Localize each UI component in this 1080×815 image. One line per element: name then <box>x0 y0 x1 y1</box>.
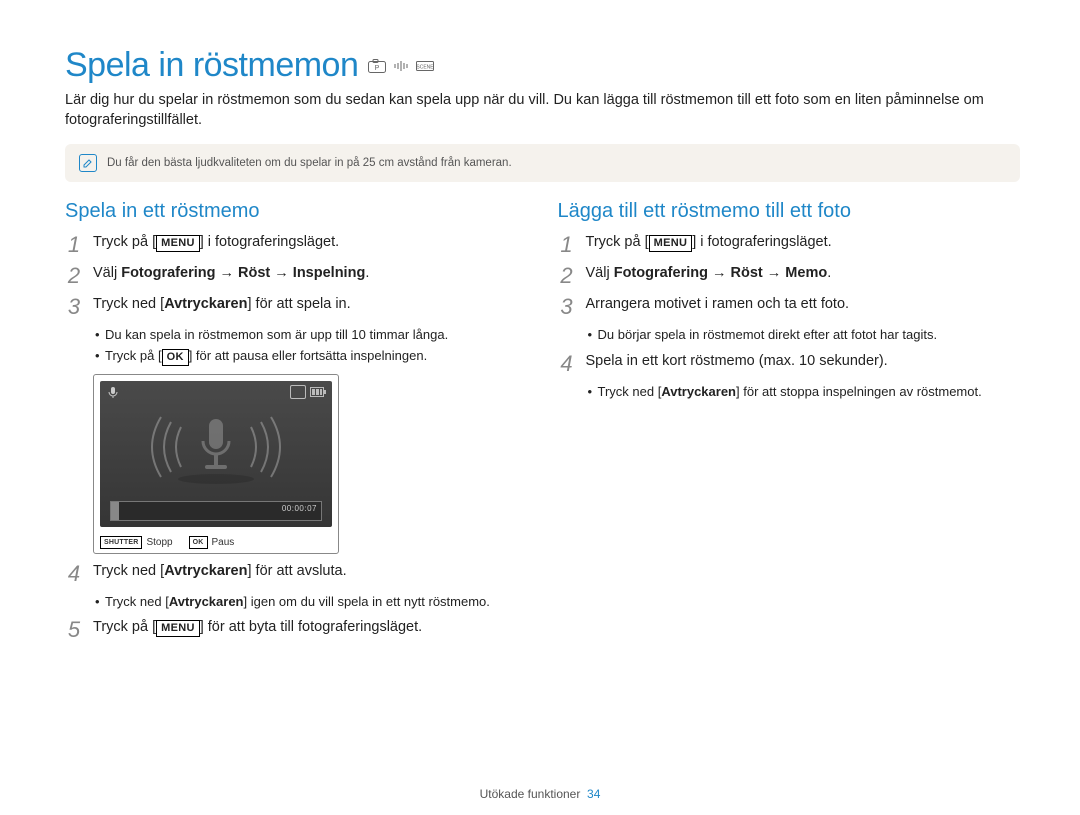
page-number: 34 <box>587 787 600 801</box>
card-icon <box>290 385 306 399</box>
recording-screen-illustration: 00:00:07 SHUTTER Stopp OK Paus <box>93 374 339 554</box>
step-number: 3 <box>65 295 83 318</box>
left-column: Spela in ett röstmemo 1 Tryck på [MENU] … <box>65 200 528 649</box>
battery-icon <box>310 387 326 397</box>
bullet: Du kan spela in röstmemon som är upp til… <box>95 326 528 344</box>
step-number: 2 <box>65 264 83 287</box>
step-number: 4 <box>65 562 83 585</box>
step-body: Arrangera motivet i ramen och ta ett fot… <box>586 295 1021 315</box>
stop-label: Stopp <box>146 537 172 548</box>
note-text: Du får den bästa ljudkvaliteten om du sp… <box>107 157 512 169</box>
ok-key-label: OK <box>189 536 208 549</box>
step-body: Tryck på [MENU] i fotograferingsläget. <box>93 233 528 253</box>
bullet: Tryck på [OK] för att pausa eller fortsä… <box>95 347 528 366</box>
screen-topbar <box>106 385 326 399</box>
mic-indicator-icon <box>106 385 120 399</box>
columns: Spela in ett röstmemo 1 Tryck på [MENU] … <box>65 200 1020 649</box>
mode-icons: P SCENE <box>368 59 434 73</box>
step-body: Tryck på [MENU] i fotograferingsläget. <box>586 233 1021 253</box>
left-step-4-bullets: Tryck ned [Avtryckaren] igen om du vill … <box>65 593 528 611</box>
right-column: Lägga till ett röstmemo till ett foto 1 … <box>558 200 1021 649</box>
svg-text:SCENE: SCENE <box>417 64 435 70</box>
mic-visual <box>100 407 332 487</box>
menu-key: MENU <box>156 620 200 637</box>
step-number: 2 <box>558 264 576 287</box>
left-step-1: 1 Tryck på [MENU] i fotograferingsläget. <box>65 233 528 256</box>
left-step-2: 2 Välj Fotografering → Röst → Inspelning… <box>65 264 528 287</box>
ok-key: OK <box>162 349 189 366</box>
manual-page: Spela in röstmemon P SCENE Lär dig hur d… <box>0 0 1080 815</box>
left-step-5: 5 Tryck på [MENU] för att byta till foto… <box>65 618 528 641</box>
left-step-3-bullets: Du kan spela in röstmemon som är upp til… <box>65 326 528 366</box>
left-step-3: 3 Tryck ned [Avtryckaren] för att spela … <box>65 295 528 318</box>
page-title: Spela in röstmemon <box>65 46 358 85</box>
right-step-3-bullets: Du börjar spela in röstmemot direkt efte… <box>558 326 1021 344</box>
pause-label: Paus <box>212 537 235 548</box>
right-step-3: 3 Arrangera motivet i ramen och ta ett f… <box>558 295 1021 318</box>
shutter-key-label: SHUTTER <box>100 536 142 549</box>
bullet: Tryck ned [Avtryckaren] för att stoppa i… <box>588 383 1021 401</box>
step-number: 4 <box>558 352 576 375</box>
right-step-4: 4 Spela in ett kort röstmemo (max. 10 se… <box>558 352 1021 375</box>
left-step-4: 4 Tryck ned [Avtryckaren] för att avslut… <box>65 562 528 585</box>
bullet: Tryck ned [Avtryckaren] igen om du vill … <box>95 593 528 611</box>
step-number: 1 <box>558 233 576 256</box>
step-body: Tryck ned [Avtryckaren] för att spela in… <box>93 295 528 315</box>
menu-key: MENU <box>649 235 693 252</box>
footer-section: Utökade funktioner <box>480 787 581 801</box>
bullet: Du börjar spela in röstmemot direkt efte… <box>588 326 1021 344</box>
step-body: Välj Fotografering → Röst → Inspelning. <box>93 264 528 284</box>
intro-text: Lär dig hur du spelar in röstmemon som d… <box>65 91 1020 130</box>
screen-inner: 00:00:07 <box>100 381 332 527</box>
step-body: Tryck ned [Avtryckaren] för att avsluta. <box>93 562 528 582</box>
right-heading: Lägga till ett röstmemo till ett foto <box>558 200 1021 223</box>
title-row: Spela in röstmemon P SCENE <box>65 46 1020 85</box>
camera-p-icon: P <box>368 59 386 73</box>
scene-icon: SCENE <box>416 59 434 73</box>
progress-bar: 00:00:07 <box>110 501 322 521</box>
step-body: Välj Fotografering → Röst → Memo. <box>586 264 1021 284</box>
step-number: 1 <box>65 233 83 256</box>
right-step-1: 1 Tryck på [MENU] i fotograferingsläget. <box>558 233 1021 256</box>
note-icon <box>79 154 97 172</box>
menu-key: MENU <box>156 235 200 252</box>
step-body: Tryck på [MENU] för att byta till fotogr… <box>93 618 528 638</box>
right-step-2: 2 Välj Fotografering → Röst → Memo. <box>558 264 1021 287</box>
note-box: Du får den bästa ljudkvaliteten om du sp… <box>65 144 1020 182</box>
right-step-4-bullets: Tryck ned [Avtryckaren] för att stoppa i… <box>558 383 1021 401</box>
screen-bottombar: SHUTTER Stopp OK Paus <box>100 533 332 553</box>
svg-text:P: P <box>375 65 380 72</box>
step-body: Spela in ett kort röstmemo (max. 10 seku… <box>586 352 1021 372</box>
page-footer: Utökade funktioner 34 <box>0 787 1080 801</box>
progress-time: 00:00:07 <box>282 504 317 513</box>
left-heading: Spela in ett röstmemo <box>65 200 528 223</box>
step-number: 3 <box>558 295 576 318</box>
step-number: 5 <box>65 618 83 641</box>
shake-icon <box>392 59 410 73</box>
